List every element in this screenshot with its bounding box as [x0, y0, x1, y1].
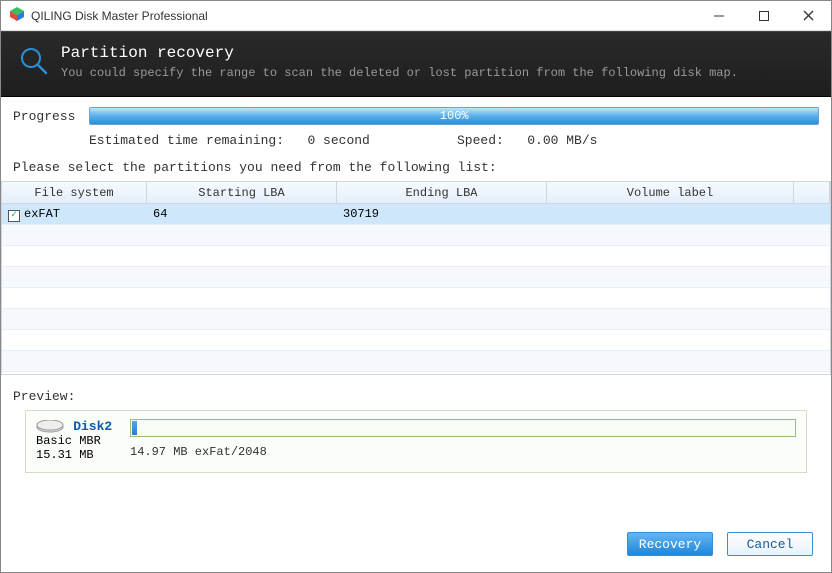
instruction-text: Please select the partitions you need fr…: [1, 154, 831, 179]
cell-starting-lba: 64: [147, 207, 337, 221]
col-file-system[interactable]: File system: [2, 182, 147, 203]
disk-icon: [36, 420, 73, 434]
table-row[interactable]: [2, 225, 830, 246]
eta-value: 0 second: [307, 133, 369, 148]
header-title: Partition recovery: [61, 44, 738, 62]
speed-label: Speed:: [457, 133, 504, 148]
eta-label: Estimated time remaining:: [89, 133, 284, 148]
partition-table: File system Starting LBA Ending LBA Volu…: [1, 181, 831, 375]
disk-size: 15.31 MB: [36, 448, 116, 462]
magnifier-icon: [19, 46, 49, 80]
table-row[interactable]: [2, 288, 830, 309]
table-row[interactable]: [2, 309, 830, 330]
window-title: QILING Disk Master Professional: [31, 9, 696, 23]
minimize-button[interactable]: [696, 1, 741, 30]
cell-file-system: exFAT: [24, 207, 60, 221]
table-row[interactable]: [2, 330, 830, 351]
disk-map-bar[interactable]: [130, 419, 796, 437]
cell-ending-lba: 30719: [337, 207, 547, 221]
progress-label: Progress: [13, 109, 75, 124]
header-subtitle: You could specify the range to scan the …: [61, 66, 738, 80]
disk-type: Basic MBR: [36, 434, 116, 448]
progress-bar: 100%: [89, 107, 819, 125]
progress-area: Progress 100% Estimated time remaining: …: [1, 97, 831, 154]
segment-caption: 14.97 MB exFat/2048: [130, 445, 796, 459]
window-controls: [696, 1, 831, 30]
app-cube-icon: [9, 6, 25, 25]
disk-name: Disk2: [73, 419, 112, 434]
col-tail: [794, 182, 830, 203]
maximize-button[interactable]: [741, 1, 786, 30]
cancel-button[interactable]: Cancel: [727, 532, 813, 556]
preview-box: Disk2 Basic MBR 15.31 MB 14.97 MB exFat/…: [25, 410, 807, 473]
footer: Recovery Cancel: [1, 518, 831, 572]
table-row[interactable]: [2, 246, 830, 267]
col-volume-label[interactable]: Volume label: [547, 182, 794, 203]
col-ending-lba[interactable]: Ending LBA: [337, 182, 547, 203]
table-row[interactable]: ✓ exFAT 64 30719: [2, 204, 830, 225]
header-band: Partition recovery You could specify the…: [1, 31, 831, 97]
table-row[interactable]: [2, 351, 830, 372]
close-button[interactable]: [786, 1, 831, 30]
table-row[interactable]: [2, 267, 830, 288]
title-bar: QILING Disk Master Professional: [1, 1, 831, 31]
row-checkbox[interactable]: ✓: [8, 210, 20, 222]
progress-percent: 100%: [90, 109, 818, 123]
speed-value: 0.00 MB/s: [527, 133, 597, 148]
table-header: File system Starting LBA Ending LBA Volu…: [2, 182, 830, 204]
recovery-button[interactable]: Recovery: [627, 532, 713, 556]
col-starting-lba[interactable]: Starting LBA: [147, 182, 337, 203]
preview-label: Preview:: [1, 375, 831, 410]
disk-map-segment: [132, 421, 137, 435]
